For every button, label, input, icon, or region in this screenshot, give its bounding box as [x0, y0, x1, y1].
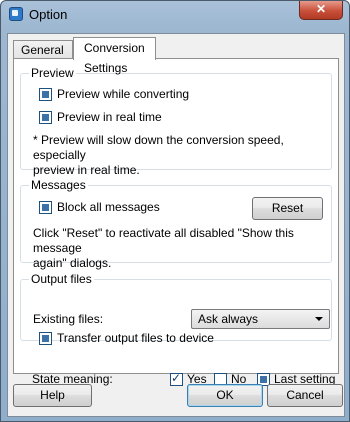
output-group-title: Output files	[29, 272, 94, 286]
checkbox-label: Preview in real time	[57, 110, 162, 124]
title-bar[interactable]: Option ✕	[1, 1, 349, 29]
messages-group-title: Messages	[29, 178, 88, 192]
state-yes-checkbox[interactable]	[170, 371, 183, 386]
ok-button[interactable]: OK	[187, 384, 263, 407]
checkbox-box[interactable]	[39, 88, 52, 101]
option-dialog: Option ✕ General Conversion Settings Pre…	[0, 0, 350, 422]
conversion-settings-panel: Preview Preview while converting Preview…	[13, 58, 339, 386]
messages-note-line1: Click "Reset" to reactivate all disabled…	[33, 226, 294, 255]
close-button[interactable]: ✕	[299, 1, 343, 20]
help-button[interactable]: Help	[13, 384, 92, 407]
preview-note-line1: * Preview will slow down the conversion …	[33, 133, 284, 162]
output-files-group: Output files Existing files: Ask always …	[20, 272, 332, 345]
window-title: Option	[29, 7, 68, 22]
checkbox-box[interactable]	[39, 111, 52, 124]
messages-note: Click "Reset" to reactivate all disabled…	[33, 226, 323, 271]
chevron-down-icon	[315, 317, 323, 321]
messages-group: Messages Block all messages Reset Click …	[20, 178, 332, 270]
existing-files-dropdown[interactable]: Ask always	[191, 309, 330, 329]
checkbox-label: Block all messages	[57, 200, 160, 214]
preview-group: Preview Preview while converting Preview…	[20, 66, 332, 177]
reset-button[interactable]: Reset	[252, 197, 323, 220]
checkbox-label: Preview while converting	[57, 87, 190, 101]
existing-files-value: Ask always	[198, 312, 259, 326]
existing-files-label: Existing files:	[33, 312, 104, 326]
tab-general[interactable]: General	[13, 40, 73, 59]
dialog-client-area: General Conversion Settings Preview Prev…	[7, 33, 345, 417]
preview-note-line2: preview in real time.	[33, 163, 140, 177]
app-icon	[9, 7, 23, 21]
checkbox-box[interactable]	[39, 201, 52, 214]
preview-note: * Preview will slow down the conversion …	[33, 133, 323, 178]
preview-group-title: Preview	[29, 66, 76, 80]
checkbox-box[interactable]	[39, 332, 52, 345]
checkbox-label: Transfer output files to device	[57, 331, 214, 345]
cancel-button[interactable]: Cancel	[267, 384, 343, 407]
messages-note-line2: again" dialogs.	[33, 256, 112, 270]
tab-conversion-settings[interactable]: Conversion Settings	[73, 37, 156, 75]
